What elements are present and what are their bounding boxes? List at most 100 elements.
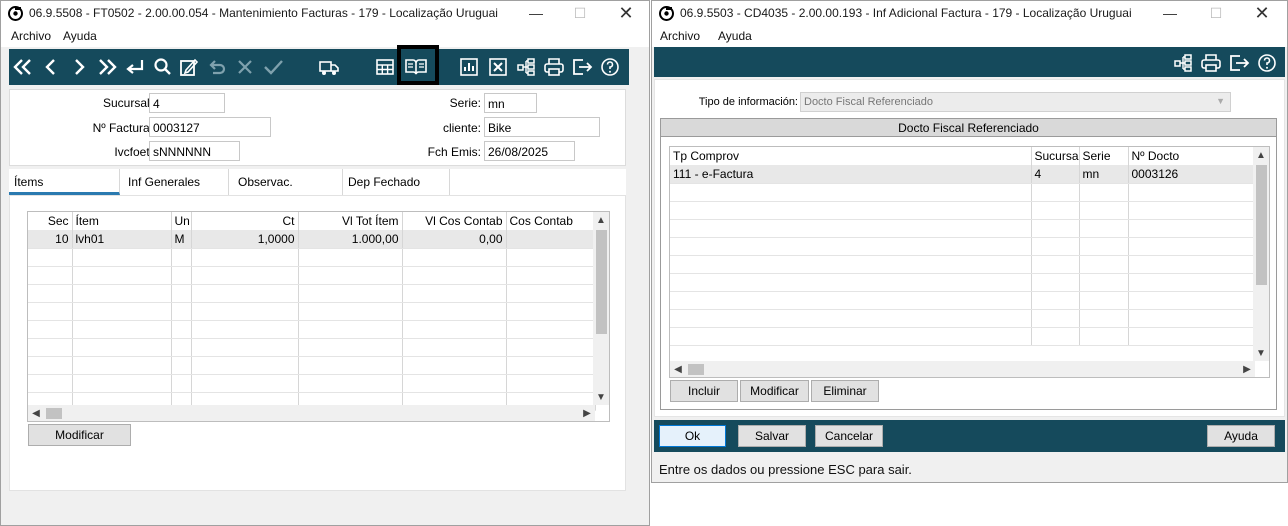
help-icon[interactable] xyxy=(596,53,624,81)
table-row[interactable] xyxy=(28,248,596,267)
table-row[interactable] xyxy=(670,255,1256,274)
table-row[interactable] xyxy=(670,183,1256,202)
table-row[interactable] xyxy=(28,302,596,321)
table-row[interactable] xyxy=(670,291,1256,310)
truck-icon[interactable] xyxy=(315,53,343,81)
help-icon[interactable] xyxy=(1253,49,1281,77)
col-sucursal[interactable]: Sucursal xyxy=(1031,147,1080,165)
menu-archivo[interactable]: Archivo xyxy=(11,29,51,43)
scroll-up-icon[interactable]: ▲ xyxy=(1253,147,1269,163)
table-row[interactable] xyxy=(28,320,596,339)
minimize-button[interactable]: — xyxy=(1147,1,1193,25)
table-row[interactable] xyxy=(28,338,596,357)
scroll-down-icon[interactable]: ▼ xyxy=(1253,345,1269,361)
tab-dep-fechado[interactable]: Dep Fechado xyxy=(343,169,450,195)
col-vl-cos-contab[interactable]: Vl Cos Contab xyxy=(402,212,507,230)
print-icon[interactable] xyxy=(1197,49,1225,77)
scroll-left-icon[interactable]: ◀ xyxy=(28,405,44,421)
sucursal-field[interactable]: 4 xyxy=(149,93,225,113)
fch-emis-field[interactable]: 26/08/2025 xyxy=(484,141,575,161)
ok-button[interactable]: Ok xyxy=(659,425,726,447)
title-bar: 06.9.5508 - FT0502 - 2.00.00.054 - Mante… xyxy=(1,1,649,25)
table-row[interactable] xyxy=(670,273,1256,292)
table-row[interactable] xyxy=(670,327,1256,346)
docs-vertical-scrollbar[interactable]: ▲ ▼ xyxy=(1253,147,1269,361)
info-content-panel: Tipo de información: Docto Fiscal Refere… xyxy=(654,79,1285,417)
incluir-button[interactable]: Incluir xyxy=(670,380,738,402)
last-icon[interactable] xyxy=(93,53,121,81)
modificar-button[interactable]: Modificar xyxy=(740,380,809,402)
table-row[interactable]: 10 lvh01 M 1,0000 1.000,00 0,00 xyxy=(28,230,596,249)
col-un[interactable]: Un xyxy=(171,212,192,230)
table-row[interactable] xyxy=(28,356,596,375)
close-window-button[interactable]: ✕ xyxy=(1239,1,1285,25)
factura-field[interactable]: 0003127 xyxy=(149,117,271,137)
hscroll-thumb[interactable] xyxy=(46,408,62,419)
next-icon[interactable] xyxy=(65,53,93,81)
col-cos-contab[interactable]: Cos Contab xyxy=(506,212,596,230)
items-table[interactable]: Sec Ítem Un Ct Vl Tot Ítem Vl Cos Contab… xyxy=(27,211,610,422)
referenced-docs-table[interactable]: Tp Comprov Sucursal Serie Nº Docto 111 -… xyxy=(669,146,1270,378)
col-nro-docto[interactable]: Nº Docto xyxy=(1128,147,1256,165)
return-icon[interactable] xyxy=(121,53,149,81)
col-ct[interactable]: Ct xyxy=(191,212,299,230)
salvar-button[interactable]: Salvar xyxy=(738,425,806,447)
scroll-right-icon[interactable]: ▶ xyxy=(579,405,595,421)
col-tp-comprov[interactable]: Tp Comprov xyxy=(670,147,1032,165)
calculator-icon[interactable] xyxy=(371,53,399,81)
items-vertical-scrollbar[interactable]: ▲ ▼ xyxy=(593,212,609,405)
cancel-icon[interactable] xyxy=(231,53,259,81)
table-row[interactable] xyxy=(28,284,596,303)
scroll-thumb[interactable] xyxy=(596,230,607,334)
docs-horizontal-scrollbar[interactable]: ◀ ▶ xyxy=(670,361,1255,377)
scroll-left-icon[interactable]: ◀ xyxy=(670,361,686,377)
menu-archivo[interactable]: Archivo xyxy=(660,29,700,43)
table-row[interactable] xyxy=(670,309,1256,328)
tab-observac[interactable]: Observac. xyxy=(233,169,343,195)
ivcfoet-field[interactable]: sNNNNNN xyxy=(149,141,240,161)
scroll-down-icon[interactable]: ▼ xyxy=(593,389,609,405)
hierarchy-icon[interactable] xyxy=(1169,49,1197,77)
exit-icon[interactable] xyxy=(1225,49,1253,77)
table-row[interactable] xyxy=(28,374,596,393)
menu-ayuda[interactable]: Ayuda xyxy=(718,29,752,43)
serie-field[interactable]: mn xyxy=(484,93,537,113)
modificar-button[interactable]: Modificar xyxy=(28,424,131,446)
table-row[interactable]: 111 - e-Factura 4 mn 0003126 xyxy=(670,165,1256,184)
eliminar-button[interactable]: Eliminar xyxy=(811,380,879,402)
chart-icon[interactable] xyxy=(455,53,483,81)
confirm-icon[interactable] xyxy=(259,53,287,81)
ayuda-button[interactable]: Ayuda xyxy=(1207,425,1275,447)
search-icon[interactable] xyxy=(149,53,177,81)
cancelar-button[interactable]: Cancelar xyxy=(815,425,883,447)
items-horizontal-scrollbar[interactable]: ◀ ▶ xyxy=(28,405,595,421)
maximize-button[interactable]: ☐ xyxy=(1193,1,1239,25)
table-row[interactable] xyxy=(670,201,1256,220)
col-item[interactable]: Ítem xyxy=(72,212,172,230)
tab-inf-generales[interactable]: Inf Generales xyxy=(123,169,229,195)
close-window-button[interactable]: ✕ xyxy=(603,1,649,25)
scroll-right-icon[interactable]: ▶ xyxy=(1239,361,1255,377)
table-row[interactable] xyxy=(28,266,596,285)
edit-icon[interactable] xyxy=(175,53,203,81)
first-icon[interactable] xyxy=(9,53,37,81)
tab-items[interactable]: Ítems xyxy=(9,169,120,195)
col-vl-tot-item[interactable]: Vl Tot Ítem xyxy=(298,212,403,230)
cliente-field[interactable]: Bike xyxy=(484,117,600,137)
close-box-icon[interactable] xyxy=(484,53,512,81)
col-serie[interactable]: Serie xyxy=(1079,147,1129,165)
exit-icon[interactable] xyxy=(568,53,596,81)
col-sec[interactable]: Sec xyxy=(28,212,73,230)
table-row[interactable] xyxy=(670,237,1256,256)
table-row[interactable] xyxy=(670,219,1256,238)
scroll-thumb[interactable] xyxy=(1256,165,1267,285)
prev-icon[interactable] xyxy=(37,53,65,81)
maximize-button[interactable]: ☐ xyxy=(557,1,603,25)
print-icon[interactable] xyxy=(540,53,568,81)
hierarchy-icon[interactable] xyxy=(512,53,540,81)
hscroll-thumb[interactable] xyxy=(688,364,704,375)
scroll-up-icon[interactable]: ▲ xyxy=(593,212,609,228)
minimize-button[interactable]: — xyxy=(513,1,559,25)
undo-icon[interactable] xyxy=(203,53,231,81)
menu-ayuda[interactable]: Ayuda xyxy=(63,29,97,43)
